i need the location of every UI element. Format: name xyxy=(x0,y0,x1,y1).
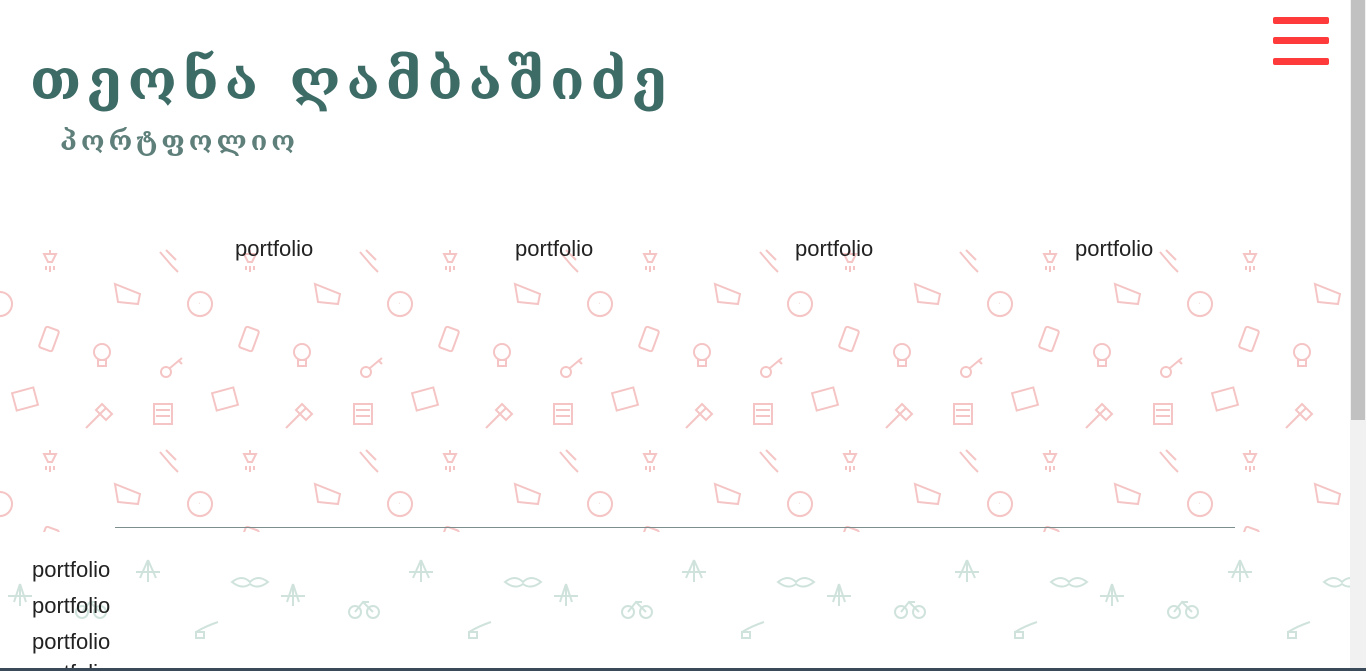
menu-bar-bottom xyxy=(1273,58,1329,65)
scrollbar-thumb[interactable] xyxy=(1351,0,1365,420)
nav-link-portfolio-2[interactable]: portfolio xyxy=(515,236,593,262)
menu-bar-middle xyxy=(1273,37,1329,44)
vertical-scrollbar[interactable] xyxy=(1350,0,1366,671)
section-divider xyxy=(115,527,1235,528)
menu-bar-top xyxy=(1273,17,1329,24)
hamburger-menu-icon[interactable] xyxy=(1273,17,1329,67)
nav-link-portfolio-1[interactable]: portfolio xyxy=(235,236,313,262)
page: თეონა ღამბაშიძე პორტფოლიო portfolio port… xyxy=(0,0,1366,671)
nav-link-portfolio-4[interactable]: portfolio xyxy=(1075,236,1153,262)
side-link-portfolio-1[interactable]: portfolio xyxy=(32,557,110,583)
side-link-portfolio-3[interactable]: portfolio xyxy=(32,629,110,655)
pattern-background-red xyxy=(0,232,1350,532)
side-link-portfolio-2[interactable]: portfolio xyxy=(32,593,110,619)
pattern-background-green xyxy=(0,532,1350,671)
site-title: თეონა ღამბაშიძე xyxy=(30,47,673,113)
nav-link-portfolio-3[interactable]: portfolio xyxy=(795,236,873,262)
site-subtitle: პორტფოლიო xyxy=(60,126,300,157)
